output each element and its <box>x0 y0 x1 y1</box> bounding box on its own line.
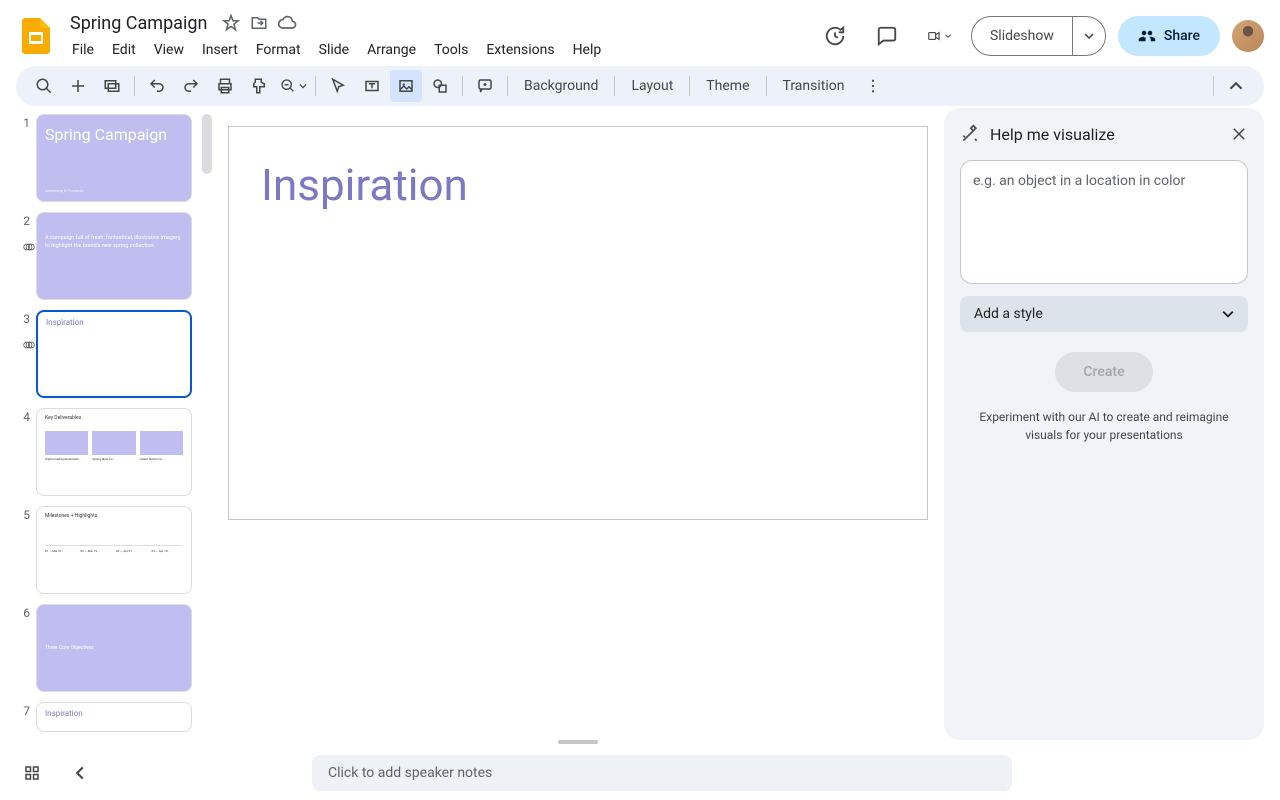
star-icon[interactable] <box>221 13 241 33</box>
chevron-down-icon <box>1222 308 1234 320</box>
slideshow-button-group: Slideshow <box>971 16 1106 56</box>
redo-button[interactable] <box>175 70 207 102</box>
slide-title[interactable]: Inspiration <box>261 159 468 211</box>
slide-canvas[interactable]: Inspiration <box>228 126 928 520</box>
panel-title: Help me visualize <box>990 125 1220 144</box>
share-label: Share <box>1164 28 1200 44</box>
create-button[interactable]: Create <box>1055 352 1152 392</box>
menu-insert[interactable]: Insert <box>194 38 246 62</box>
slide-thumbnail-4[interactable]: Key Deliverables Digital media placement… <box>36 408 192 496</box>
slide-thumbnail-6[interactable]: Three Core Objectives <box>36 604 192 692</box>
account-avatar[interactable] <box>1232 20 1264 52</box>
chevron-down-icon <box>299 82 307 90</box>
slide-thumbnail-5[interactable]: Milestones + Highlights 01 — Mar 01... 0… <box>36 506 192 594</box>
speaker-notes[interactable]: Click to add speaker notes <box>312 755 1012 791</box>
print-button[interactable] <box>209 70 241 102</box>
shape-tool[interactable] <box>424 70 456 102</box>
prompt-input-container <box>960 160 1248 284</box>
image-tool[interactable] <box>390 70 422 102</box>
slide-canvas-area: Inspiration <box>212 106 944 748</box>
toolbar: Background Layout Theme Transition <box>16 66 1264 106</box>
layout-button[interactable]: Layout <box>621 70 683 102</box>
help-me-visualize-panel: Help me visualize Add a style Create Exp… <box>944 108 1264 740</box>
menu-edit[interactable]: Edit <box>104 38 144 62</box>
prompt-input[interactable] <box>973 173 1235 271</box>
close-panel-button[interactable] <box>1230 125 1248 143</box>
slideshow-button[interactable]: Slideshow <box>972 17 1073 55</box>
menu-tools[interactable]: Tools <box>426 38 476 62</box>
chevron-down-icon <box>1084 31 1094 41</box>
new-slide-button[interactable] <box>62 70 94 102</box>
bottom-bar: Click to add speaker notes <box>0 748 1280 798</box>
slide-number: 7 <box>8 702 36 718</box>
menu-extensions[interactable]: Extensions <box>478 38 562 62</box>
notes-resize-handle[interactable] <box>558 740 598 744</box>
textbox-tool[interactable] <box>356 70 388 102</box>
collapse-filmstrip-button[interactable] <box>64 757 96 789</box>
chevron-down-icon <box>945 31 951 41</box>
app-header: Spring Campaign File Edit View Insert Fo… <box>0 0 1280 64</box>
move-icon[interactable] <box>249 13 269 33</box>
menu-arrange[interactable]: Arrange <box>359 38 424 62</box>
more-tools-button[interactable] <box>857 70 889 102</box>
new-slide-layout-button[interactable] <box>96 70 128 102</box>
animation-icon <box>22 240 36 254</box>
menu-slide[interactable]: Slide <box>311 38 357 62</box>
undo-button[interactable] <box>141 70 173 102</box>
slideshow-dropdown[interactable] <box>1073 17 1105 55</box>
grid-view-button[interactable] <box>16 757 48 789</box>
slide-filmstrip[interactable]: 1 Spring Campaign Marketing & Products 2… <box>0 106 212 748</box>
slide-thumbnail-1[interactable]: Spring Campaign Marketing & Products <box>36 114 192 202</box>
slide-number: 4 <box>8 408 36 424</box>
cloud-status-icon[interactable] <box>277 13 297 33</box>
transition-button[interactable]: Transition <box>773 70 855 102</box>
menu-format[interactable]: Format <box>248 38 309 62</box>
slide-thumbnail-7[interactable]: Inspiration <box>36 702 192 732</box>
meet-button[interactable] <box>919 16 959 56</box>
collapse-toolbar-button[interactable] <box>1220 70 1252 102</box>
document-title[interactable]: Spring Campaign <box>64 11 213 36</box>
people-icon <box>1138 27 1156 45</box>
slide-number: 5 <box>8 506 36 522</box>
history-icon[interactable] <box>815 16 855 56</box>
zoom-button[interactable] <box>277 70 309 102</box>
search-menus-button[interactable] <box>28 70 60 102</box>
comment-button[interactable] <box>469 70 501 102</box>
menu-bar: File Edit View Insert Format Slide Arran… <box>64 38 815 62</box>
menu-file[interactable]: File <box>64 38 102 62</box>
slides-logo[interactable] <box>16 16 56 56</box>
slide-number: 6 <box>8 604 36 620</box>
background-button[interactable]: Background <box>514 70 608 102</box>
magic-wand-icon <box>960 124 980 144</box>
menu-view[interactable]: View <box>146 38 192 62</box>
select-tool[interactable] <box>322 70 354 102</box>
menu-help[interactable]: Help <box>565 38 610 62</box>
paint-format-button[interactable] <box>243 70 275 102</box>
slide-number: 2 <box>8 212 36 228</box>
theme-button[interactable]: Theme <box>696 70 759 102</box>
slide-thumbnail-3[interactable]: Inspiration <box>36 310 192 398</box>
slide-number: 1 <box>8 114 36 130</box>
comments-icon[interactable] <box>867 16 907 56</box>
style-dropdown[interactable]: Add a style <box>960 296 1248 332</box>
panel-description: Experiment with our AI to create and rei… <box>960 408 1248 444</box>
style-dropdown-label: Add a style <box>974 306 1043 322</box>
slide-thumbnail-2[interactable]: A campaign full of fresh, fantastical, i… <box>36 212 192 300</box>
slide-number: 3 <box>8 310 36 326</box>
share-button[interactable]: Share <box>1118 16 1220 56</box>
animation-icon <box>22 338 36 352</box>
